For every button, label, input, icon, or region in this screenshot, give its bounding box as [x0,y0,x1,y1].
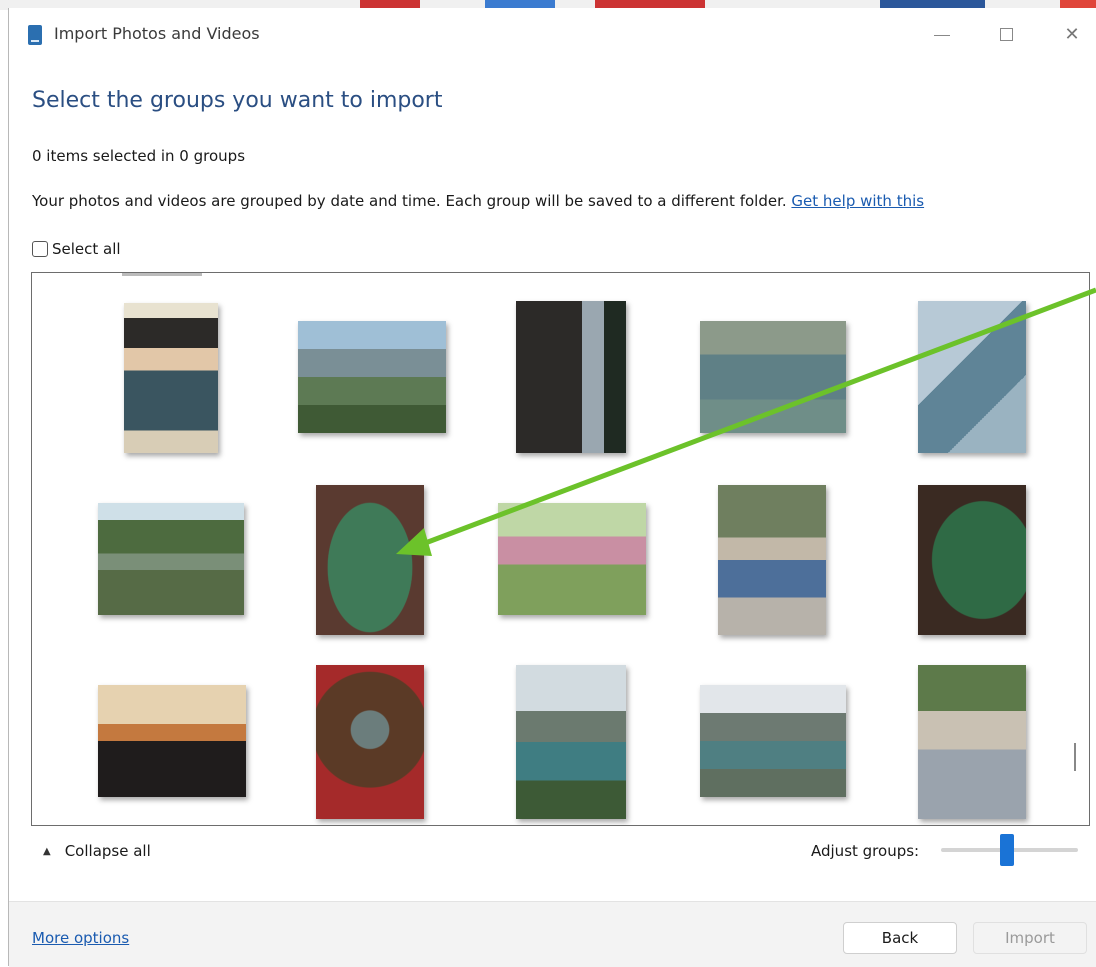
close-button[interactable]: ✕ [1049,18,1095,52]
photo-thumbnail[interactable] [700,685,846,797]
background-red [1060,0,1096,8]
maximize-button[interactable] [984,18,1030,52]
more-options-link[interactable]: More options [32,929,129,947]
minimize-icon [934,35,950,36]
window-title: Import Photos and Videos [54,24,260,43]
dialog-footer: More options Back Import [9,901,1096,967]
photos-app-icon [28,25,42,45]
background-button [880,0,985,8]
photo-thumbnail[interactable] [124,303,218,453]
chevron-up-icon: ▲ [43,845,51,857]
grouping-info-text: Your photos and videos are grouped by da… [32,192,787,210]
photo-thumbnail[interactable] [918,665,1026,819]
photo-thumbnail[interactable] [516,301,626,453]
import-button[interactable]: Import [973,922,1087,954]
photo-thumbnail[interactable] [918,301,1026,453]
photo-thumbnail[interactable] [98,685,246,797]
grouping-info: Your photos and videos are grouped by da… [32,192,924,210]
minimize-button[interactable] [919,18,965,52]
background-tab [485,0,555,8]
title-bar: Import Photos and Videos ✕ [9,8,1096,60]
photo-thumbnail[interactable] [718,485,826,635]
selection-count: 0 items selected in 0 groups [32,147,246,165]
select-all-checkbox[interactable]: Select all [32,240,121,258]
page-title: Select the groups you want to import [32,88,443,113]
maximize-icon [1000,28,1013,41]
checkbox-box[interactable] [32,241,48,257]
select-all-label: Select all [52,240,121,258]
import-dialog: Import Photos and Videos ✕ Select the gr… [8,8,1096,967]
photo-thumbnail[interactable] [98,503,244,615]
close-icon: ✕ [1064,24,1080,45]
help-link[interactable]: Get help with this [791,192,924,210]
photo-thumbnail[interactable] [498,503,646,615]
photo-thumbnail[interactable] [918,485,1026,635]
photo-thumbnail[interactable] [316,665,424,819]
photo-thumbnail[interactable] [516,665,626,819]
photo-thumbnail[interactable] [316,485,424,635]
collapse-all-button[interactable]: ▲ Collapse all [43,842,151,860]
collapse-all-label: Collapse all [64,842,151,860]
scrollbar[interactable] [1074,743,1076,771]
adjust-groups-label: Adjust groups: [811,842,920,860]
photo-gallery[interactable] [31,272,1090,826]
cut-off-thumbnail [122,273,202,276]
photo-thumbnail[interactable] [298,321,446,433]
adjust-groups-slider-thumb[interactable] [1000,834,1014,866]
background-flagged [595,0,705,8]
back-button[interactable]: Back [843,922,957,954]
photo-thumbnail[interactable] [700,321,846,433]
background-flag [360,0,420,8]
